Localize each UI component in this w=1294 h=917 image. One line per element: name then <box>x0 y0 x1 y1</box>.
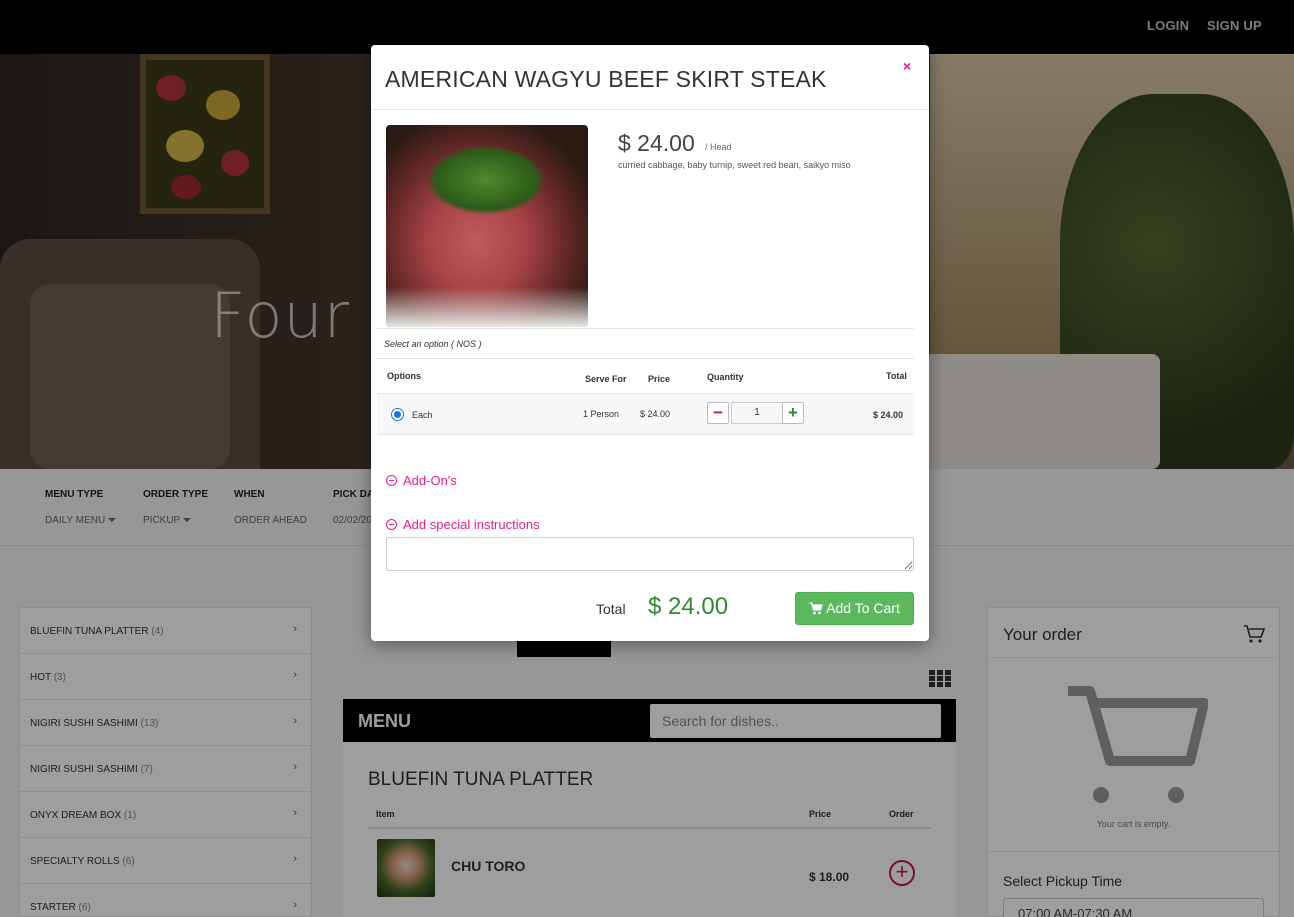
option-serve-for: 1 Person <box>583 409 620 419</box>
cart-icon <box>809 602 823 615</box>
special-instructions-textarea[interactable] <box>386 537 914 571</box>
col-serve-for: Serve For <box>585 374 627 384</box>
addons-toggle[interactable]: Add-On's <box>386 473 457 488</box>
dish-photo <box>386 125 588 327</box>
minus-circle-icon <box>386 519 397 530</box>
total-value: $ 24.00 <box>648 593 729 620</box>
decrease-qty-button[interactable]: − <box>707 402 729 424</box>
col-quantity: Quantity <box>707 372 744 382</box>
col-options: Options <box>387 371 421 381</box>
dish-modal: AMERICAN WAGYU BEEF SKIRT STEAK × $ 24.0… <box>371 45 929 641</box>
increase-qty-button[interactable]: + <box>782 402 804 424</box>
option-total: $ 24.00 <box>873 410 904 420</box>
dish-price: $ 24.00 <box>618 130 695 156</box>
col-price: Price <box>648 374 671 384</box>
total-label: Total <box>596 601 626 617</box>
option-name: Each <box>412 410 433 420</box>
option-radio[interactable] <box>391 408 404 421</box>
add-to-cart-button[interactable]: Add To Cart <box>795 592 914 625</box>
col-total: Total <box>886 371 907 381</box>
quantity-input[interactable]: 1 <box>731 402 783 424</box>
option-price: $ 24.00 <box>640 409 671 419</box>
modal-title: AMERICAN WAGYU BEEF SKIRT STEAK <box>385 66 827 92</box>
dish-description: curried cabbage, baby turnip, sweet red … <box>618 160 851 170</box>
price-unit: / Head <box>705 142 732 152</box>
special-instructions-toggle[interactable]: Add special instructions <box>386 517 540 532</box>
minus-circle-icon <box>386 475 397 486</box>
close-icon[interactable]: × <box>903 58 911 74</box>
option-prompt: Select an option ( NOS ) <box>377 328 914 359</box>
